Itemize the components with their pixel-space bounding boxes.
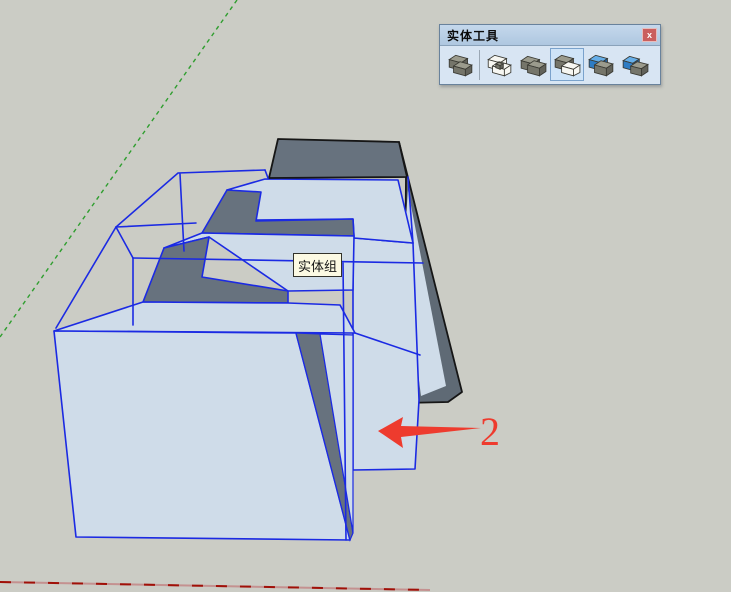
intersect-icon (487, 54, 512, 76)
selected-solid-group[interactable] (53, 178, 420, 542)
union-button[interactable] (516, 48, 550, 81)
close-button[interactable]: x (642, 28, 657, 42)
toolbar-body (440, 46, 660, 84)
toolbar-title: 实体工具 (447, 28, 500, 43)
annotation-number: 2 (480, 409, 500, 454)
back-solid-top-face[interactable] (268, 138, 408, 179)
trim-icon (588, 54, 614, 77)
wireframe-edge (179, 173, 185, 252)
viewport-3d[interactable]: 2 (0, 0, 731, 592)
wireframe-edge (115, 226, 134, 259)
toolbar-separator (479, 49, 480, 80)
split-icon (622, 55, 649, 77)
intersect-button[interactable] (482, 48, 516, 81)
trim-button[interactable] (584, 48, 618, 81)
outer-shell-button[interactable] (443, 48, 477, 81)
outer-shell-icon (448, 54, 473, 76)
wireframe-edge (264, 169, 269, 179)
subtract-icon (554, 54, 581, 76)
toolbar-titlebar[interactable]: 实体工具 x (440, 25, 660, 46)
union-icon (520, 55, 547, 77)
solid-group-tooltip: 实体组 (293, 253, 342, 277)
subtract-button[interactable] (550, 48, 584, 81)
wireframe-edge (115, 222, 197, 228)
solid-tools-toolbar: 实体工具 x (439, 24, 661, 85)
solid-step1-top[interactable] (53, 301, 356, 334)
close-icon: x (646, 30, 652, 40)
sketchup-window: 2 实体组 实体工具 x (0, 0, 731, 592)
split-button[interactable] (618, 48, 652, 81)
tooltip-label: 实体组 (297, 258, 337, 274)
